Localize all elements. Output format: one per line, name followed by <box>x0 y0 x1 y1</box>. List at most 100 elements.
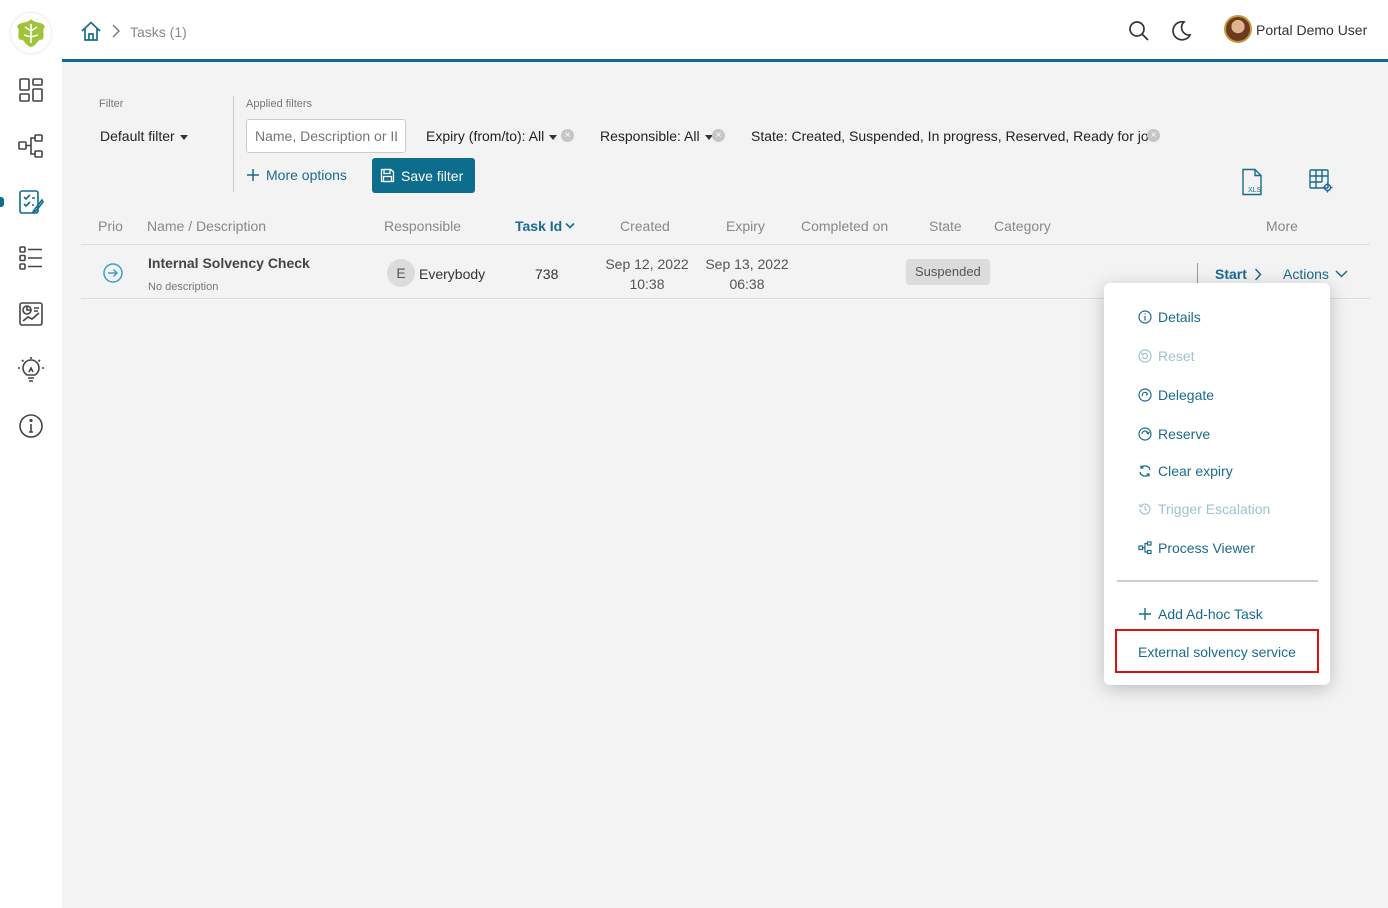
column-header-created[interactable]: Created <box>620 218 670 234</box>
column-header-prio[interactable]: Prio <box>98 218 123 234</box>
nav-tasks[interactable] <box>0 182 62 222</box>
case-list-icon <box>19 246 42 270</box>
remove-expiry-filter-icon[interactable]: × <box>561 129 574 142</box>
menu-item-trigger-escalation: Trigger Escalation <box>1138 501 1270 517</box>
plus-icon <box>1139 608 1151 620</box>
applied-filters-label: Applied filters <box>246 98 313 110</box>
process-viewer-icon <box>1138 541 1152 555</box>
reserve-icon <box>1138 427 1152 441</box>
home-icon[interactable] <box>80 20 102 42</box>
info-circle-icon <box>1138 310 1152 324</box>
caret-down-icon <box>549 134 558 140</box>
refresh-icon <box>1139 465 1151 477</box>
menu-item-label: Trigger Escalation <box>1158 501 1271 517</box>
more-options-label: More options <box>266 167 347 183</box>
menu-item-label: External solvency service <box>1138 644 1296 660</box>
xls-icon[interactable]: XLS <box>1240 168 1266 196</box>
menu-item-add-adhoc-task[interactable]: Add Ad-hoc Task <box>1138 606 1263 622</box>
responsible-filter-label: Responsible: All <box>600 128 700 144</box>
search-icon[interactable] <box>1128 20 1150 42</box>
actions-menu: Details Reset Delegate Reserve Clear exp… <box>1104 283 1330 685</box>
row-action-divider <box>1197 263 1198 285</box>
expiry-filter-label: Expiry (from/to): All <box>426 128 545 144</box>
menu-item-external-solvency-service[interactable]: External solvency service <box>1138 644 1296 660</box>
remove-responsible-filter-icon[interactable]: × <box>712 129 725 142</box>
actions-label: Actions <box>1283 266 1329 282</box>
moon-icon[interactable] <box>1170 20 1192 42</box>
remove-state-filter-icon[interactable]: × <box>1147 129 1160 142</box>
logo-icon[interactable] <box>11 13 51 53</box>
start-label: Start <box>1215 266 1247 282</box>
sort-chevron-down-icon <box>565 222 575 229</box>
default-filter-label: Default filter <box>100 128 175 144</box>
sidebar <box>0 0 62 908</box>
column-header-state[interactable]: State <box>929 218 962 234</box>
arrow-right-circle-icon[interactable] <box>102 262 124 284</box>
more-options-button[interactable]: More options <box>246 167 347 183</box>
menu-item-process-viewer[interactable]: Process Viewer <box>1138 540 1255 556</box>
filter-label: Filter <box>99 98 124 110</box>
table-header-divider <box>81 244 1370 245</box>
chevron-right-icon <box>112 24 120 38</box>
column-header-task-id[interactable]: Task Id <box>515 218 575 234</box>
menu-item-label: Details <box>1158 309 1201 325</box>
menu-item-reserve[interactable]: Reserve <box>1138 426 1210 442</box>
status-badge: Suspended <box>906 259 990 285</box>
user-name[interactable]: Portal Demo User <box>1256 22 1367 38</box>
start-button[interactable]: Start <box>1215 266 1262 282</box>
expiry-date-time: 06:38 <box>729 276 765 292</box>
svg-text:XLS: XLS <box>1248 187 1262 194</box>
state-filter-label: State: Created, Suspended, In progress, … <box>751 128 1149 144</box>
expiry-date: Sep 13, 2022 06:38 <box>702 254 792 294</box>
avatar[interactable] <box>1224 15 1252 43</box>
default-filter-dropdown[interactable]: Default filter <box>100 128 188 144</box>
menu-item-label: Process Viewer <box>1158 540 1256 556</box>
nav-dashboard[interactable] <box>0 70 62 110</box>
breadcrumb-current: Tasks (1) <box>130 24 187 40</box>
caret-down-icon <box>179 134 188 140</box>
task-list-icon <box>19 190 44 214</box>
created-date: Sep 12, 2022 10:38 <box>602 254 692 294</box>
task-id: 738 <box>535 266 559 282</box>
column-header-name[interactable]: Name / Description <box>147 218 266 234</box>
menu-item-delegate[interactable]: Delegate <box>1138 387 1214 403</box>
expiry-filter-chip[interactable]: Expiry (from/to): All <box>426 128 558 144</box>
menu-item-reset: Reset <box>1138 348 1195 364</box>
expiry-date-day: Sep 13, 2022 <box>705 256 789 272</box>
column-header-responsible[interactable]: Responsible <box>384 218 461 234</box>
nav-ideas[interactable] <box>0 350 62 390</box>
plus-icon <box>247 169 259 181</box>
floppy-disk-icon <box>380 168 395 183</box>
actions-button[interactable]: Actions <box>1283 266 1348 282</box>
column-header-more: More <box>1266 218 1298 234</box>
save-filter-button[interactable]: Save filter <box>372 158 475 193</box>
responsible-filter-chip[interactable]: Responsible: All <box>600 128 713 144</box>
top-bar: Tasks (1) Portal Demo User <box>62 0 1388 62</box>
column-header-category[interactable]: Category <box>994 218 1051 234</box>
delegate-icon <box>1138 388 1152 402</box>
chevron-right-icon <box>1254 267 1262 281</box>
responsible-name: Everybody <box>419 266 486 282</box>
info-icon <box>19 414 43 438</box>
nav-cases[interactable] <box>0 238 62 278</box>
dashboard-icon <box>19 78 43 102</box>
task-search-input[interactable] <box>246 119 406 153</box>
history-icon <box>1139 503 1151 515</box>
reset-icon <box>1138 349 1152 363</box>
menu-item-details[interactable]: Details <box>1138 309 1201 325</box>
state-filter-chip[interactable]: State: Created, Suspended, In progress, … <box>751 128 1149 144</box>
nav-about[interactable] <box>0 406 62 446</box>
column-settings-icon[interactable] <box>1308 168 1334 194</box>
nav-statistics[interactable] <box>0 294 62 334</box>
column-header-completed[interactable]: Completed on <box>801 218 888 234</box>
task-description: No description <box>148 281 219 293</box>
responsible-avatar: E <box>387 259 415 287</box>
menu-item-clear-expiry[interactable]: Clear expiry <box>1138 463 1233 479</box>
filter-divider <box>233 96 234 192</box>
menu-item-label: Clear expiry <box>1158 463 1233 479</box>
task-name[interactable]: Internal Solvency Check <box>148 255 310 271</box>
column-header-expiry[interactable]: Expiry <box>726 218 765 234</box>
statistics-icon <box>19 302 43 326</box>
nav-processes[interactable] <box>0 126 62 166</box>
menu-divider <box>1117 580 1318 582</box>
